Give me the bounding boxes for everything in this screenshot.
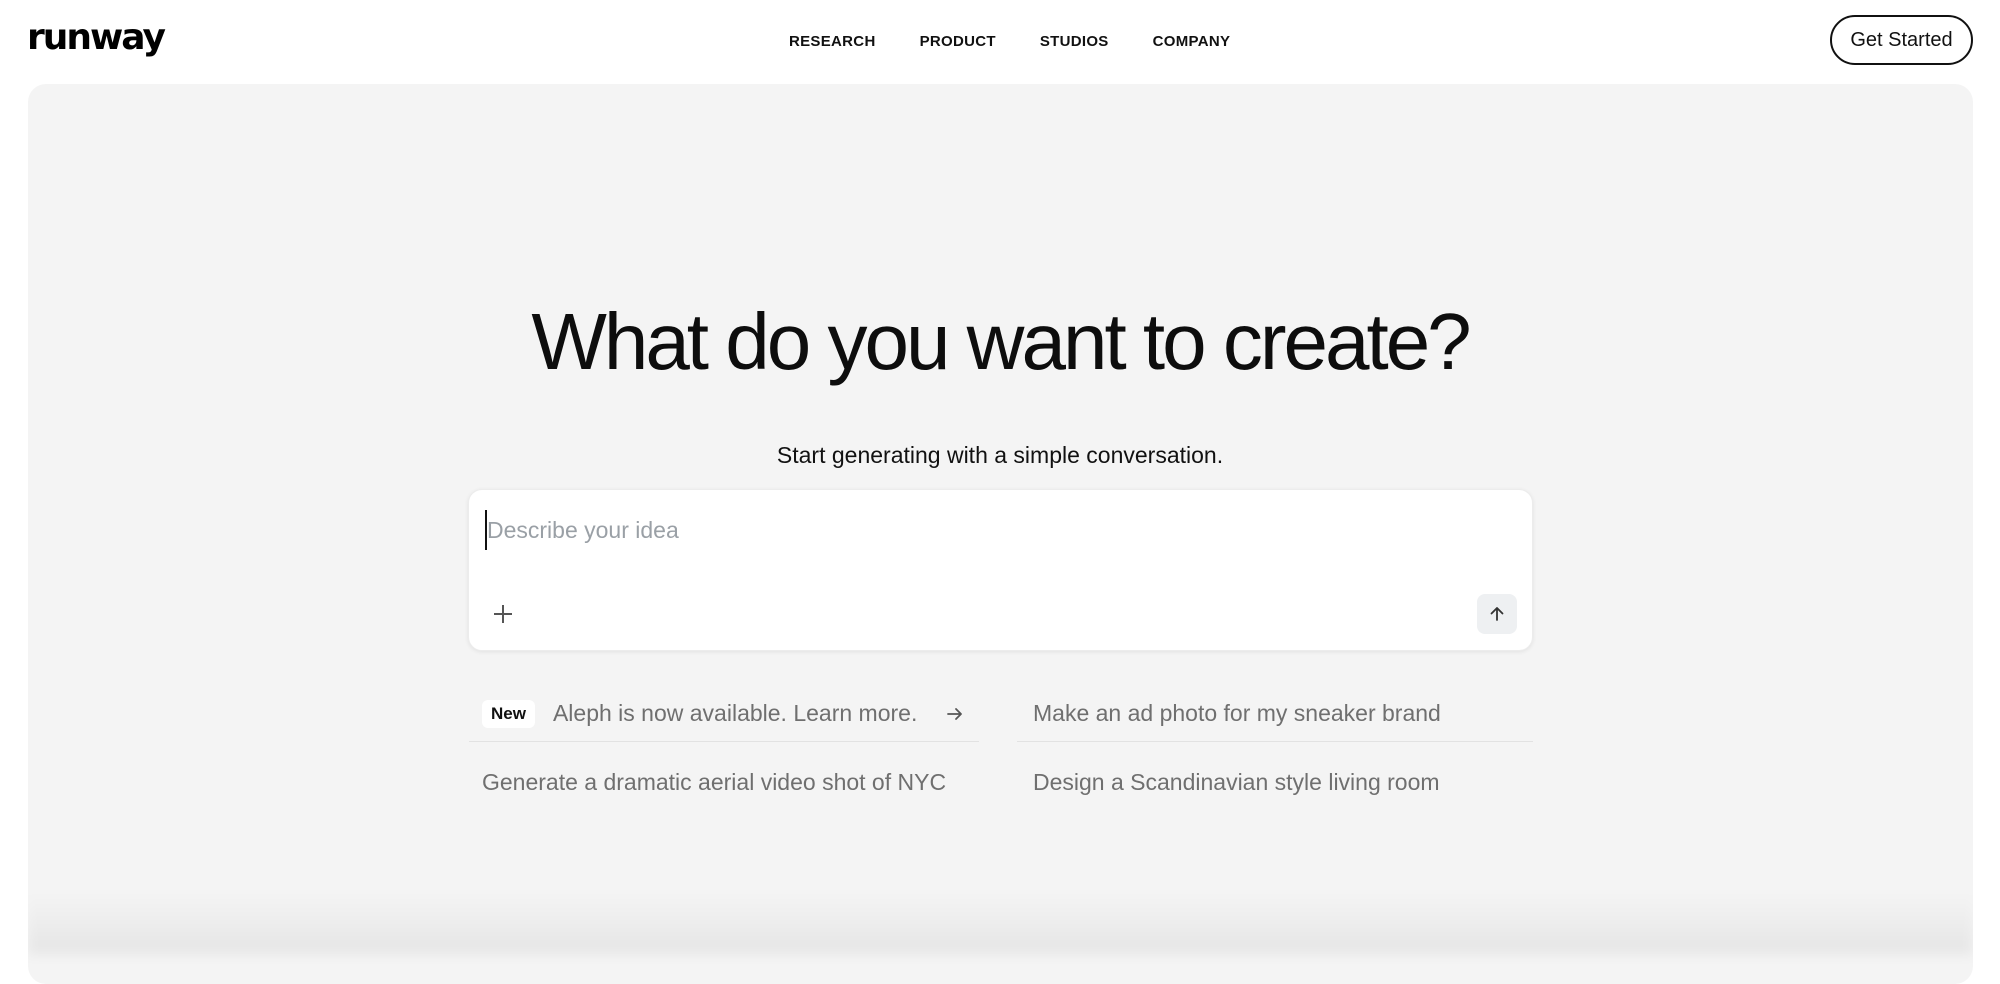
prompt-input[interactable]	[485, 510, 1515, 550]
panel-bottom-shade	[28, 894, 1973, 954]
prompt-composer	[468, 489, 1533, 651]
arrow-up-icon	[1490, 607, 1504, 621]
announcement-suggestion[interactable]: New Aleph is now available. Learn more.	[469, 686, 979, 742]
suggestion-label: Generate a dramatic aerial video shot of…	[482, 768, 947, 795]
suggestion-label: Aleph is now available. Learn more.	[552, 700, 918, 726]
nav-studios[interactable]: STUDIOS	[1040, 32, 1109, 52]
suggestion-item[interactable]: Design a Scandinavian style living room	[1017, 754, 1533, 810]
get-started-button[interactable]: Get Started	[1830, 15, 1973, 65]
nav-company[interactable]: COMPANY	[1153, 32, 1231, 52]
new-badge: New	[482, 699, 535, 728]
suggestion-label: Make an ad photo for my sneaker brand	[1033, 700, 1441, 726]
send-button[interactable]	[1477, 594, 1517, 634]
runway-logo[interactable]: runway	[27, 12, 166, 64]
nav-research[interactable]: RESEARCH	[789, 32, 876, 52]
hero-subtitle: Start generating with a simple conversat…	[776, 442, 1224, 468]
main-nav: RESEARCH PRODUCT STUDIOS COMPANY	[789, 32, 1230, 52]
suggestion-item[interactable]: Generate a dramatic aerial video shot of…	[469, 754, 979, 810]
suggestion-label: Design a Scandinavian style living room	[1033, 768, 1440, 795]
nav-product[interactable]: PRODUCT	[920, 32, 996, 52]
hero-title: What do you want to create?	[531, 297, 1471, 386]
suggestion-item[interactable]: Make an ad photo for my sneaker brand	[1017, 686, 1533, 742]
site-header: runway RESEARCH PRODUCT STUDIOS COMPANY …	[0, 0, 2000, 84]
plus-icon[interactable]	[491, 602, 515, 626]
arrow-right-icon	[947, 708, 962, 720]
